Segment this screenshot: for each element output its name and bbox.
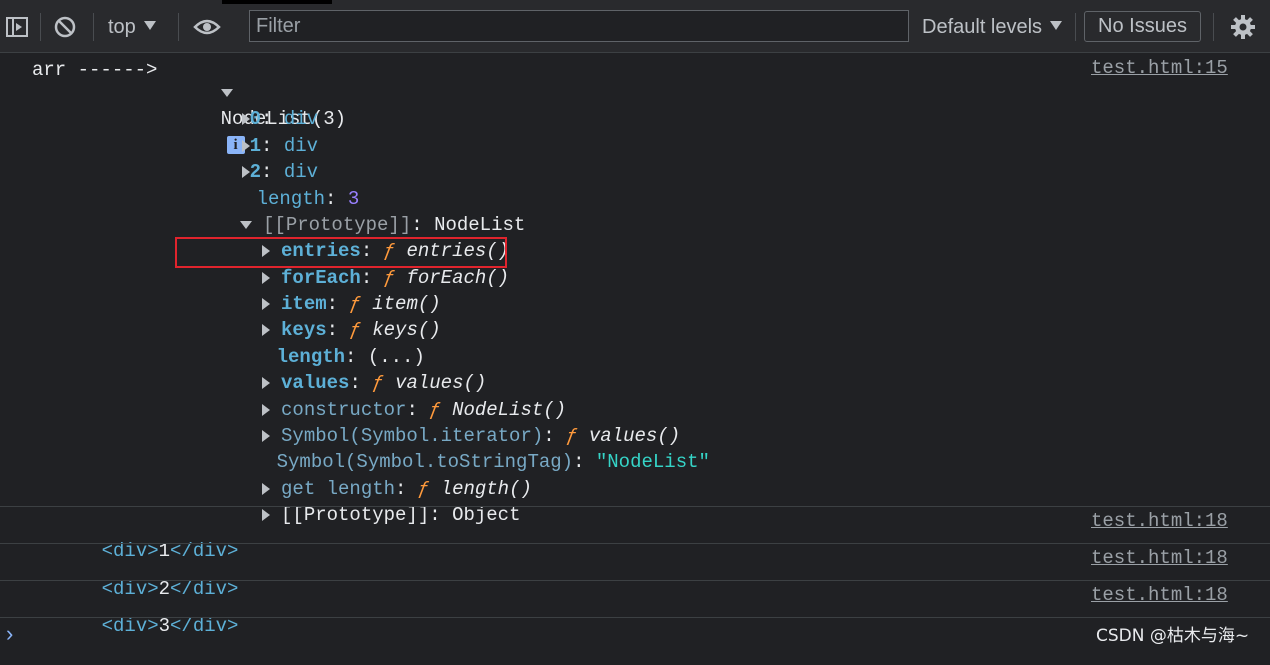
toolbar-divider [1213, 13, 1214, 41]
toolbar-divider [178, 13, 179, 41]
tree-row[interactable]: values: ƒ values() [216, 344, 486, 394]
console-prompt-icon[interactable]: › [6, 621, 13, 647]
clear-console-icon[interactable] [52, 14, 78, 40]
tree-row[interactable]: get length: ƒ length() [216, 450, 532, 500]
source-link[interactable]: test.html:18 [1091, 584, 1228, 606]
tree-row[interactable]: entries: ƒ entries() [216, 212, 509, 262]
console-toolbar: top Default levels No Issues [0, 0, 1270, 53]
toolbar-divider [40, 13, 41, 41]
tree-row[interactable]: length: (...) [231, 318, 425, 368]
console-messages: arr ------> NodeList(3) i test.html:15 0… [0, 53, 1270, 650]
row-divider [0, 543, 1270, 544]
source-link[interactable]: test.html:18 [1091, 510, 1228, 532]
chevron-down-icon [1050, 18, 1063, 36]
filter-input[interactable] [249, 10, 909, 42]
tree-row-prototype[interactable]: [[Prototype]]: NodeList [194, 186, 525, 236]
log-message[interactable]: <div>3</div> [56, 587, 239, 637]
issues-button[interactable]: No Issues [1084, 11, 1201, 42]
row-divider [0, 617, 1270, 618]
nodelist-header[interactable]: NodeList(3) i [175, 54, 346, 154]
gear-icon[interactable] [1229, 13, 1257, 41]
tree-row[interactable]: keys: ƒ keys() [216, 291, 441, 341]
watermark: CSDN @枯木与海~ [1096, 626, 1250, 646]
expand-right-icon[interactable] [261, 508, 270, 521]
tab-accent [222, 0, 332, 4]
chevron-down-icon [143, 18, 156, 36]
toolbar-divider [93, 13, 94, 41]
context-label: top [108, 15, 136, 38]
tree-row[interactable]: [[Prototype]]: Object [216, 476, 520, 526]
live-expression-eye-icon[interactable] [193, 14, 221, 40]
tree-row[interactable]: Symbol(Symbol.iterator): ƒ values() [216, 397, 680, 447]
source-link[interactable]: test.html:18 [1091, 547, 1228, 569]
toolbar-divider [1075, 13, 1076, 41]
log-label: arr ------> [32, 59, 158, 81]
context-select[interactable]: top [108, 13, 156, 41]
tree-row[interactable]: 1: div [196, 107, 318, 157]
tree-row: length: 3 [256, 188, 360, 210]
log-levels-label: Default levels [922, 15, 1043, 38]
tree-row: Symbol(Symbol.toStringTag): "NodeList" [276, 451, 710, 473]
log-message[interactable]: <div>2</div> [56, 550, 239, 600]
log-levels-select[interactable]: Default levels [922, 13, 1063, 41]
annotation-highlight-box [175, 237, 507, 268]
tree-row[interactable]: constructor: ƒ NodeList() [216, 371, 566, 421]
tree-row[interactable]: 0: div [196, 80, 318, 130]
row-divider [0, 506, 1270, 507]
row-divider [0, 580, 1270, 581]
tree-row[interactable]: 2: div [196, 133, 318, 183]
sidebar-toggle-icon[interactable] [4, 14, 30, 40]
log-message[interactable]: <div>1</div> [56, 512, 239, 562]
tree-row[interactable]: item: ƒ item() [216, 265, 441, 315]
source-link[interactable]: test.html:15 [1091, 57, 1228, 79]
